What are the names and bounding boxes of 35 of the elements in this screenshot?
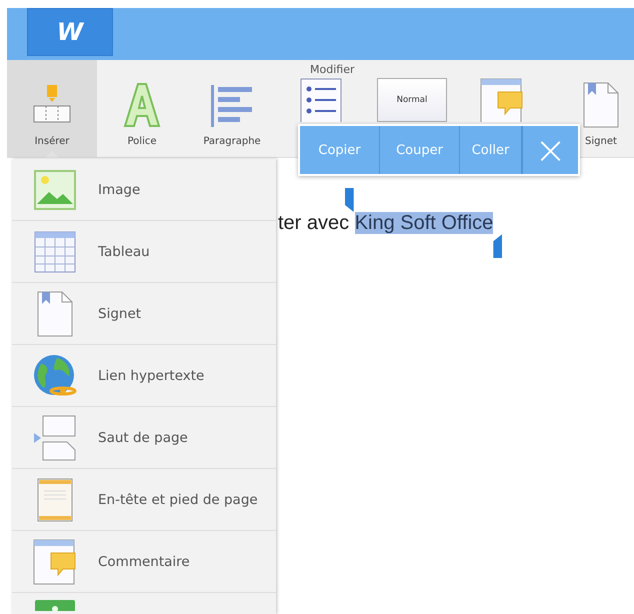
table-icon <box>34 230 76 272</box>
font-tool-button[interactable]: Police <box>97 60 187 157</box>
bookmark-page-icon <box>583 82 619 128</box>
selection-start-handle[interactable] <box>344 188 354 212</box>
menu-item[interactable]: Saut de page <box>12 407 276 469</box>
paragraph-tool-button[interactable]: Paragraphe <box>187 60 277 157</box>
picture-icon <box>34 170 76 210</box>
style-tool-button[interactable]: Normal <box>367 78 457 122</box>
group-label: Modifier <box>310 63 354 76</box>
selection-end-handle[interactable] <box>493 234 502 258</box>
menu-item[interactable]: Image <box>12 159 276 221</box>
menu-item[interactable]: Lien hypertexte <box>12 345 276 407</box>
app-icon <box>34 599 76 611</box>
insert-tool-button[interactable]: Insérer <box>7 60 97 157</box>
page-break-icon <box>33 414 77 460</box>
menu-item[interactable]: En-tête et pied de page <box>12 469 276 531</box>
comment-icon <box>33 538 77 584</box>
bulleted-list-icon <box>300 78 344 122</box>
menu-item[interactable]: Tableau <box>12 221 276 283</box>
menu-item[interactable]: Commentaire <box>12 531 276 593</box>
globe-icon <box>33 354 77 398</box>
tool-label: Police <box>128 136 156 147</box>
app-logo[interactable]: W <box>27 8 113 56</box>
letter-a-icon <box>122 82 162 128</box>
style-preview: Normal <box>377 78 447 122</box>
header-footer-page-icon <box>37 478 73 522</box>
bookmark-page-icon <box>37 290 73 336</box>
align-left-icon <box>209 84 255 128</box>
document-text: ter avec <box>278 212 350 234</box>
selected-text[interactable]: King Soft Office <box>354 212 494 234</box>
tool-label: Paragraphe <box>203 136 261 147</box>
menu-item[interactable]: Signet <box>12 283 276 345</box>
tool-label: Signet <box>585 136 617 147</box>
comment-icon <box>480 78 524 122</box>
tool-label: Insérer <box>34 136 70 147</box>
